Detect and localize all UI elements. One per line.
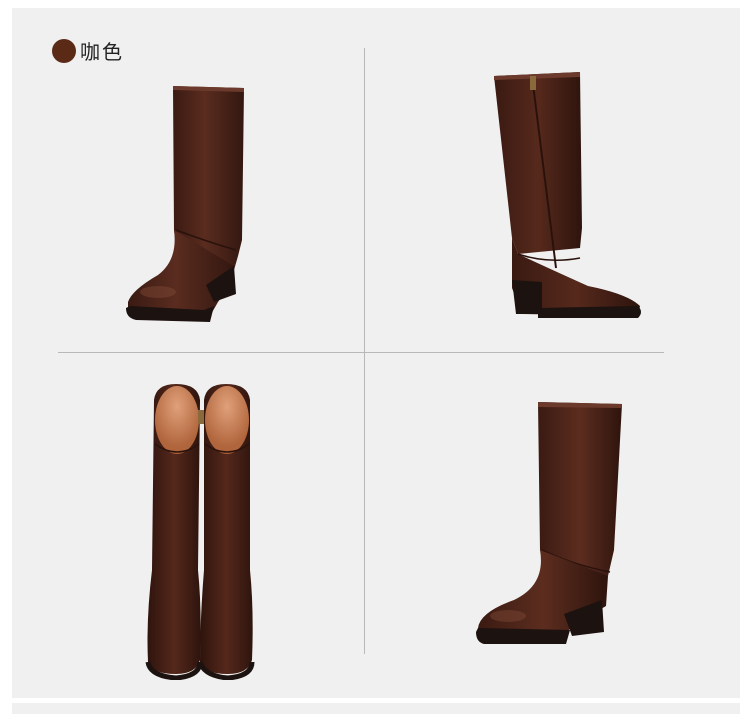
boot-side-view-inner-zipper: [488, 68, 648, 324]
grid-divider-horizontal: [58, 352, 664, 353]
boot-pair-front-view: [142, 380, 258, 680]
color-swatch-icon: [52, 38, 76, 63]
grid-divider-vertical: [364, 48, 365, 654]
bottom-divider-strip: [12, 703, 740, 714]
color-option-label: 咖色: [52, 36, 124, 65]
boot-angled-side-view: [474, 400, 634, 650]
boot-side-view-outer: [118, 80, 248, 330]
color-name: 咖色: [80, 40, 124, 64]
